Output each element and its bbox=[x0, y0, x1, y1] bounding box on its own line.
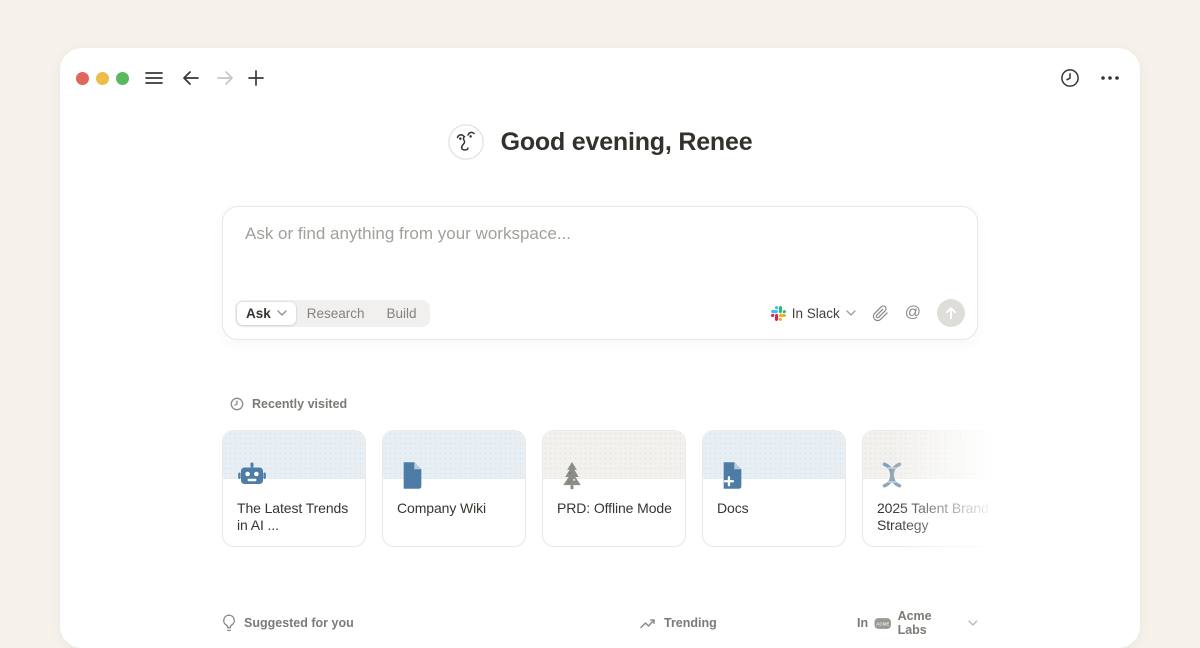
bottom-sections: Suggested for you Trending In ACME Acme … bbox=[222, 609, 978, 637]
greeting: Good evening, Renee bbox=[60, 124, 1140, 160]
workspace-prefix: In bbox=[857, 616, 868, 630]
traffic-lights bbox=[76, 72, 129, 85]
document-plus-icon bbox=[717, 460, 747, 490]
card-title: The Latest Trends in AI ... bbox=[237, 500, 353, 533]
recently-visited-header: Recently visited bbox=[230, 397, 347, 411]
svg-text:ACME: ACME bbox=[876, 621, 889, 626]
workspace-name: Acme Labs bbox=[898, 609, 963, 637]
mode-ask-label: Ask bbox=[246, 306, 271, 321]
menu-icon[interactable] bbox=[145, 71, 163, 85]
slack-icon bbox=[771, 306, 786, 321]
arrow-up-icon bbox=[944, 306, 958, 320]
card-title: Docs bbox=[717, 500, 833, 517]
recently-visited-cards: The Latest Trends in AI ... Company Wiki bbox=[222, 430, 1006, 547]
dna-icon bbox=[877, 460, 907, 490]
minimize-window-button[interactable] bbox=[96, 72, 109, 85]
paperclip-icon[interactable] bbox=[872, 305, 889, 322]
at-sign-icon[interactable]: @ bbox=[905, 304, 921, 322]
back-arrow-icon[interactable] bbox=[181, 70, 201, 86]
card-prd-offline-mode[interactable]: PRD: Offline Mode bbox=[542, 430, 686, 547]
tree-icon bbox=[557, 460, 587, 490]
trending-up-icon bbox=[640, 617, 656, 629]
workspace-selector[interactable]: In ACME Acme Labs bbox=[857, 609, 978, 637]
workspace-logo: ACME bbox=[874, 617, 891, 630]
chevron-down-icon bbox=[846, 310, 856, 316]
composer-input[interactable] bbox=[243, 223, 947, 245]
card-title: 2025 Talent Brand Strategy bbox=[877, 500, 993, 533]
robot-icon bbox=[237, 460, 267, 490]
card-latest-trends-in-ai[interactable]: The Latest Trends in AI ... bbox=[222, 430, 366, 547]
zoom-window-button[interactable] bbox=[116, 72, 129, 85]
document-icon bbox=[397, 460, 427, 490]
context-selector[interactable]: In Slack bbox=[771, 306, 856, 321]
suggested-label: Suggested for you bbox=[244, 616, 354, 630]
context-label: In Slack bbox=[792, 306, 840, 321]
trending-label: Trending bbox=[664, 616, 717, 630]
greeting-text: Good evening, Renee bbox=[501, 128, 753, 157]
window-topbar bbox=[60, 48, 1140, 96]
notion-ai-face-icon bbox=[448, 124, 484, 160]
plus-icon[interactable] bbox=[248, 70, 264, 86]
mode-research-button[interactable]: Research bbox=[296, 302, 376, 325]
trending-header[interactable]: Trending bbox=[640, 609, 857, 637]
send-button[interactable] bbox=[937, 299, 965, 327]
history-clock-icon[interactable] bbox=[1060, 68, 1080, 88]
suggested-for-you-header[interactable]: Suggested for you bbox=[222, 609, 640, 637]
mode-ask-button[interactable]: Ask bbox=[237, 302, 296, 325]
chevron-down-icon bbox=[968, 620, 978, 626]
ellipsis-icon[interactable] bbox=[1100, 76, 1120, 80]
card-2025-talent-brand-strategy[interactable]: 2025 Talent Brand Strategy bbox=[862, 430, 1006, 547]
recently-visited-title: Recently visited bbox=[252, 397, 347, 411]
card-title: Company Wiki bbox=[397, 500, 513, 517]
ask-composer: Ask Research Build In S bbox=[222, 206, 978, 340]
clock-icon bbox=[230, 397, 244, 411]
card-company-wiki[interactable]: Company Wiki bbox=[382, 430, 526, 547]
app-window: Good evening, Renee Ask Research Build bbox=[60, 48, 1140, 648]
mode-build-button[interactable]: Build bbox=[376, 302, 428, 325]
lightbulb-icon bbox=[222, 614, 236, 632]
card-docs[interactable]: Docs bbox=[702, 430, 846, 547]
forward-arrow-icon[interactable] bbox=[215, 70, 235, 86]
close-window-button[interactable] bbox=[76, 72, 89, 85]
mode-switcher: Ask Research Build bbox=[235, 300, 430, 327]
card-title: PRD: Offline Mode bbox=[557, 500, 673, 517]
composer-toolbar: Ask Research Build In S bbox=[235, 299, 965, 327]
chevron-down-icon bbox=[277, 310, 287, 316]
